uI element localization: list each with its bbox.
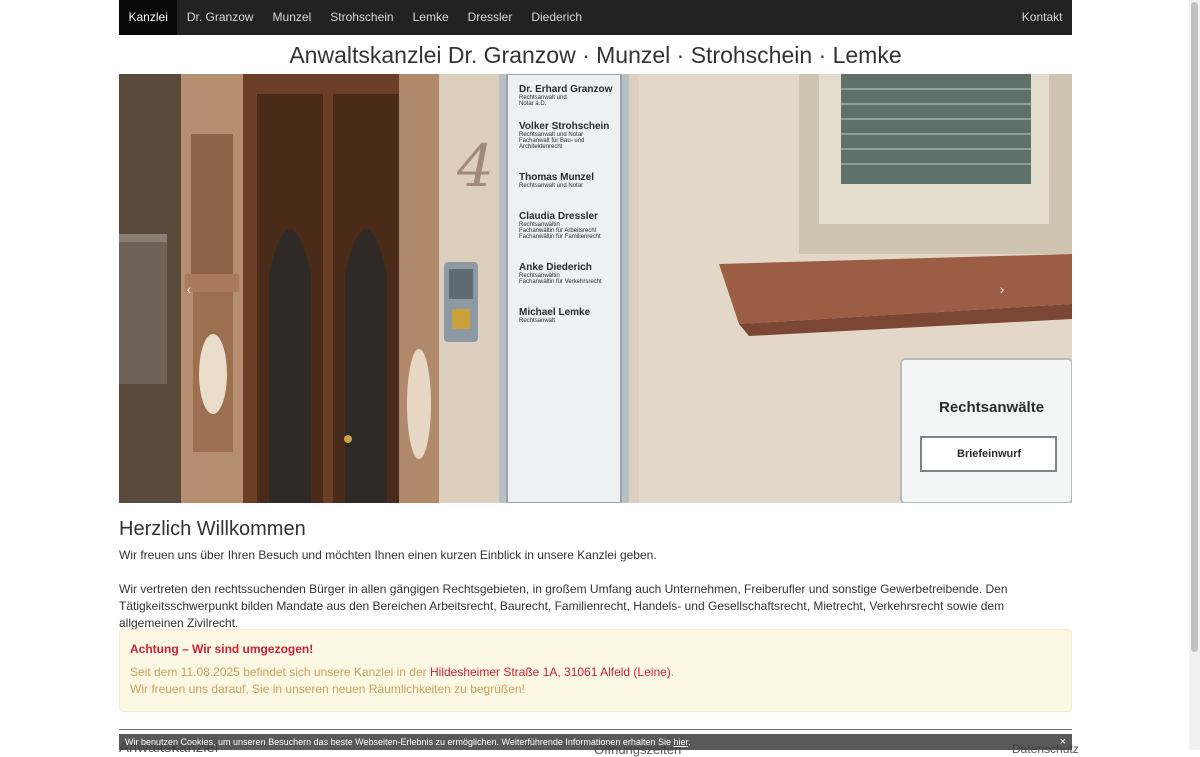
nav-item-munzel[interactable]: Munzel — [263, 0, 321, 35]
nav-item-lemke[interactable]: Lemke — [403, 0, 458, 35]
cookie-suffix: . — [687, 737, 691, 747]
welcome-heading: Herzlich Willkommen — [119, 518, 306, 540]
nav-item-kanzlei[interactable]: Kanzlei — [119, 0, 178, 35]
cookie-message: Wir benutzen Cookies, um unseren Besuche… — [125, 737, 674, 747]
scrollbar-thumb[interactable] — [1191, 2, 1198, 652]
sign-line: Notar a.D. — [519, 101, 547, 107]
sign-name-diederich: Anke Diederich — [519, 262, 592, 273]
sign-name-dressler: Claudia Dressler — [519, 211, 598, 222]
sign-name-munzel: Thomas Munzel — [519, 172, 595, 183]
close-icon[interactable]: × — [1060, 734, 1066, 750]
house-number: 4 — [456, 132, 494, 200]
chevron-left-icon: ‹ — [186, 280, 192, 297]
nav-item-kontakt[interactable]: Kontakt — [1012, 0, 1072, 35]
sign-name-granzow: Dr. Erhard Granzow — [519, 84, 613, 95]
notice-address-line: Seit dem 11.08.2025 befindet sich unsere… — [130, 665, 674, 679]
hero-carousel: 4 Dr. Erhard Granzow Rechtsanwalt und No… — [119, 74, 1072, 503]
nav-item-diederich[interactable]: Diederich — [522, 0, 592, 35]
sign-line: Fachanwältin für Familienrecht — [519, 234, 601, 240]
site-title: Anwaltskanzlei Dr. Granzow · Munzel · St… — [289, 42, 902, 68]
cookie-text: Wir benutzen Cookies, um unseren Besuche… — [125, 734, 691, 750]
footer-divider — [119, 729, 1072, 730]
new-address-link[interactable]: Hildesheimer Straße 1A, 31061 Alfeld (Le… — [430, 665, 671, 679]
page-scrollbar[interactable] — [1189, 0, 1200, 750]
carousel-next-button[interactable]: › — [932, 74, 1072, 503]
main-navbar: Kanzlei Dr. Granzow Munzel Strohschein L… — [119, 0, 1072, 35]
nav-item-dr-granzow[interactable]: Dr. Granzow — [177, 0, 263, 35]
notice-line1-prefix: Seit dem 11.08.2025 befindet sich unsere… — [130, 665, 430, 679]
sign-line: Rechtsanwalt — [519, 318, 556, 324]
nav-item-dressler[interactable]: Dressler — [458, 0, 522, 35]
chevron-right-icon: › — [999, 280, 1005, 297]
sign-name-lemke: Michael Lemke — [519, 307, 591, 318]
services-paragraph: Wir vertreten den rechtssuchenden Bürger… — [119, 582, 1008, 630]
notice-welcome-line: Wir freuen uns darauf, Sie in unseren ne… — [130, 682, 525, 696]
sign-line: Fachanwältin für Verkehrsrecht — [519, 279, 602, 285]
intro-paragraph: Wir freuen uns über Ihren Besuch und möc… — [119, 548, 657, 562]
notice-line1-suffix: . — [670, 665, 675, 679]
nav-item-strohschein[interactable]: Strohschein — [321, 0, 403, 35]
cookie-info-link[interactable]: hier — [673, 737, 688, 747]
relocation-notice: Achtung – Wir sind umgezogen! Seit dem 1… — [119, 629, 1072, 712]
sign-name-strohschein: Volker Strohschein — [519, 121, 610, 132]
sign-line: Rechtsanwalt und Notar — [519, 183, 584, 189]
carousel-prev-button[interactable]: ‹ — [119, 74, 259, 503]
sign-line: Fachanwalt für Bau- und Architektenrecht — [519, 138, 585, 150]
notice-title: Achtung – Wir sind umgezogen! — [130, 642, 314, 656]
cookie-banner: Wir benutzen Cookies, um unseren Besuche… — [119, 734, 1072, 750]
nameplate-sign: Dr. Erhard Granzow Rechtsanwalt und Nota… — [519, 84, 619, 324]
